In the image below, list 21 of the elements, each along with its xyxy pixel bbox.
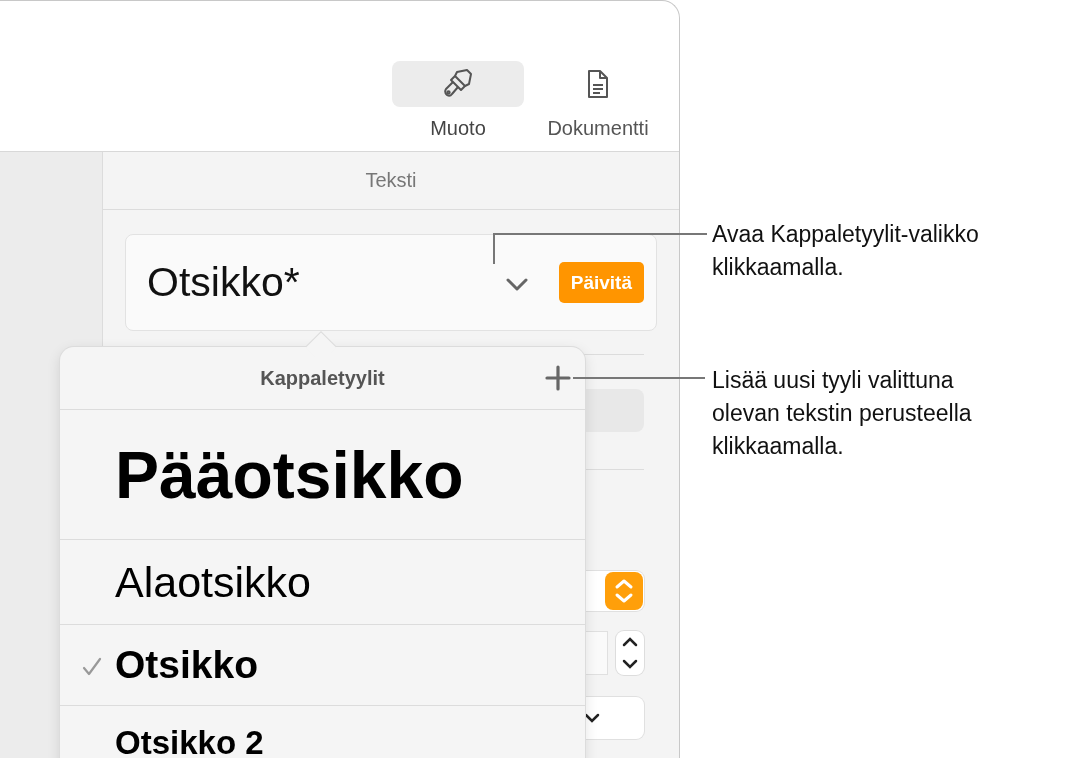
chevron-down-icon <box>584 713 600 723</box>
document-icon <box>586 69 610 99</box>
chevron-down-icon <box>622 659 638 669</box>
style-item[interactable]: Otsikko <box>60 625 585 706</box>
chevron-up-icon <box>622 637 638 647</box>
up-down-chevron-icon <box>605 572 643 610</box>
add-icon[interactable] <box>545 365 571 391</box>
checkmark-icon <box>82 657 102 677</box>
style-item[interactable]: Alaotsikko <box>60 540 585 625</box>
stepper[interactable] <box>616 631 644 675</box>
callout-text: Avaa Kappaletyylit-valikko klikkaamalla. <box>712 220 979 282</box>
chevron-down-icon[interactable] <box>505 278 528 291</box>
inspector-tab[interactable]: Dokumentti <box>533 61 663 140</box>
paragraph-style-name: Otsikko* <box>147 259 301 306</box>
paragraph-style-field[interactable]: Otsikko* Päivitä <box>125 234 657 331</box>
style-item[interactable]: Otsikko 2 <box>60 706 585 758</box>
style-item[interactable]: Pääotsikko <box>60 410 585 540</box>
menu-title: Kappaletyylit <box>260 366 385 390</box>
paintbrush-icon <box>443 68 473 100</box>
section-title: Teksti <box>103 152 679 210</box>
callout-text: Lisää uusi tyyli valittuna olevan tekstin perusteella klikkaamalla. <box>712 366 972 461</box>
